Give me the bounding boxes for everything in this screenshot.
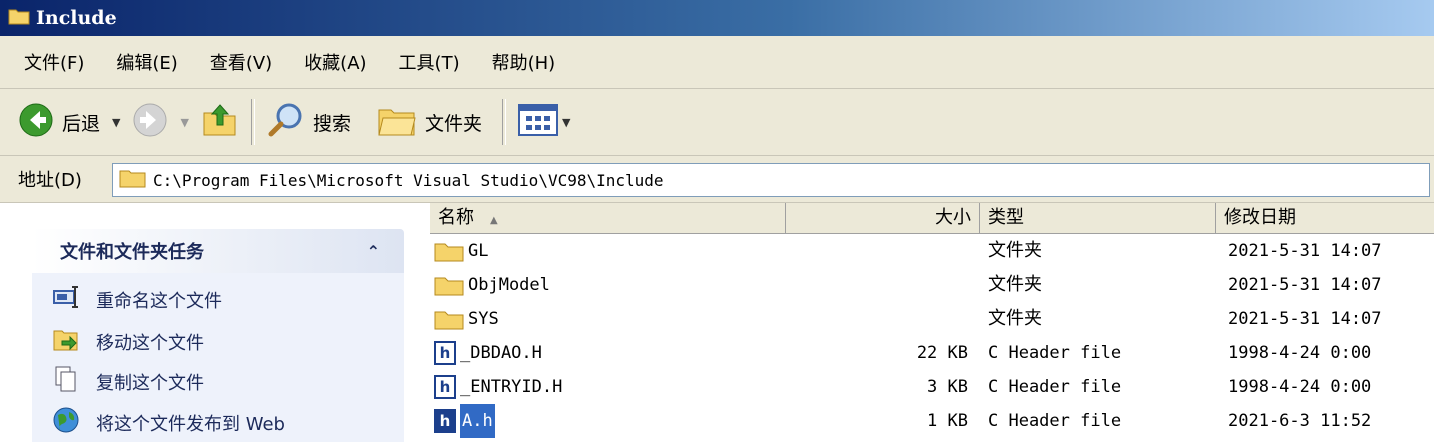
file-name: GL [468,241,489,261]
file-list: 名称 ▲ 大小 类型 修改日期 GL 文件夹 2021-5-31 14:07 Ob… [430,203,1434,442]
header-file-icon: h [434,341,456,365]
menu-view[interactable]: 查看(V) [194,49,288,75]
menu-bar: 文件(F) 编辑(E) 查看(V) 收藏(A) 工具(T) 帮助(H) [0,36,1434,89]
task-panel-title: 文件和文件夹任务 [60,242,204,263]
header-file-icon: h [434,409,456,433]
task-rename-file[interactable]: 重命名这个文件 [52,283,222,316]
file-type: 文件夹 [988,274,1042,295]
address-label: 地址(D) [18,170,82,191]
column-header-name[interactable]: 名称 ▲ [430,203,786,233]
folder-icon [434,239,464,263]
toolbar-separator [250,99,255,145]
task-move-file[interactable]: 移动这个文件 [52,325,204,358]
menu-help[interactable]: 帮助(H) [476,49,572,75]
file-row-gl[interactable]: GL 文件夹 2021-5-31 14:07 [430,234,1434,268]
folder-icon [8,7,30,30]
file-name: A.h [460,404,495,438]
views-dropdown-icon[interactable]: ▼ [562,116,570,129]
file-modified: 2021-5-31 14:07 [1228,309,1382,329]
file-name: _DBDAO.H [460,343,542,363]
up-folder-button[interactable] [195,98,245,146]
toolbar: 后退 ▼ ▼ 搜索 文件夹 ▼ [0,89,1434,156]
back-arrow-icon [18,102,54,143]
file-name: ObjModel [468,275,550,295]
address-path: C:\Program Files\Microsoft Visual Studio… [153,170,664,190]
folder-icon [434,273,464,297]
column-header-modified[interactable]: 修改日期 [1216,203,1434,233]
menu-file[interactable]: 文件(F) [0,49,100,75]
file-size: 22 KB [916,343,968,363]
views-button[interactable]: ▼ [512,98,576,146]
search-button[interactable]: 搜索 [261,98,357,146]
task-copy-file[interactable]: 复制这个文件 [52,365,204,398]
folder-icon [119,167,147,194]
task-publish-to-web[interactable]: 将这个文件发布到 Web [52,406,285,439]
forward-button[interactable]: ▼ [126,98,194,146]
file-size: 3 KB [927,377,968,397]
folders-icon [377,102,417,143]
copy-icon [52,365,80,398]
header-file-icon: h [434,375,456,399]
toolbar-separator [501,99,506,145]
column-header-size[interactable]: 大小 [786,203,980,233]
file-type: C Header file [988,411,1122,431]
window-title: Include [36,7,117,29]
task-panel-header[interactable]: 文件和文件夹任务 ⌃ [32,229,404,273]
file-modified: 2021-5-31 14:07 [1228,241,1382,261]
column-header-row: 名称 ▲ 大小 类型 修改日期 [430,203,1434,234]
sort-ascending-icon: ▲ [490,215,498,226]
menu-favorites[interactable]: 收藏(A) [288,49,382,75]
forward-arrow-icon [132,102,168,143]
file-size: 1 KB [927,411,968,431]
file-name: _ENTRYID.H [460,377,563,397]
globe-icon [52,406,80,439]
menu-tools[interactable]: 工具(T) [383,49,476,75]
file-name: SYS [468,309,499,329]
file-row-entryid[interactable]: h _ENTRYID.H 3 KB C Header file 1998-4-24… [430,370,1434,404]
file-type: 文件夹 [988,308,1042,329]
file-row-objmodel[interactable]: ObjModel 文件夹 2021-5-31 14:07 [430,268,1434,302]
file-modified: 1998-4-24 0:00 [1228,343,1372,363]
move-icon [52,325,80,358]
forward-dropdown-icon[interactable]: ▼ [180,116,188,129]
file-row-sys[interactable]: SYS 文件夹 2021-5-31 14:07 [430,302,1434,336]
file-type: C Header file [988,377,1122,397]
back-button[interactable]: 后退 ▼ [12,98,126,146]
file-modified: 1998-4-24 0:00 [1228,377,1372,397]
menu-edit[interactable]: 编辑(E) [100,49,193,75]
up-folder-icon [201,101,239,144]
file-rows: GL 文件夹 2021-5-31 14:07 ObjModel 文件夹 2021… [430,234,1434,438]
file-row-a-h[interactable]: h A.h 1 KB C Header file 2021-6-3 11:52 [430,404,1434,438]
file-row-dbdao[interactable]: h _DBDAO.H 22 KB C Header file 1998-4-24 … [430,336,1434,370]
file-type: C Header file [988,343,1122,363]
search-icon [267,101,305,144]
column-header-type[interactable]: 类型 [980,203,1216,233]
file-modified: 2021-6-3 11:52 [1228,411,1372,431]
back-dropdown-icon[interactable]: ▼ [112,116,120,129]
task-pane: 文件和文件夹任务 ⌃ 重命名这个文件 移动这个文件 复制这个文件 将这个文件发布… [0,203,420,442]
title-bar[interactable]: Include [0,0,1434,36]
address-bar: 地址(D) C:\Program Files\Microsoft Visual … [0,156,1434,203]
folders-button[interactable]: 文件夹 [371,98,488,146]
address-input[interactable]: C:\Program Files\Microsoft Visual Studio… [112,163,1430,197]
collapse-chevron-icon[interactable]: ⌃ [367,242,380,261]
task-panel-body: 重命名这个文件 移动这个文件 复制这个文件 将这个文件发布到 Web [32,273,404,442]
file-modified: 2021-5-31 14:07 [1228,275,1382,295]
folder-icon [434,307,464,331]
file-type: 文件夹 [988,240,1042,261]
rename-icon [52,283,80,316]
views-icon [517,103,558,141]
